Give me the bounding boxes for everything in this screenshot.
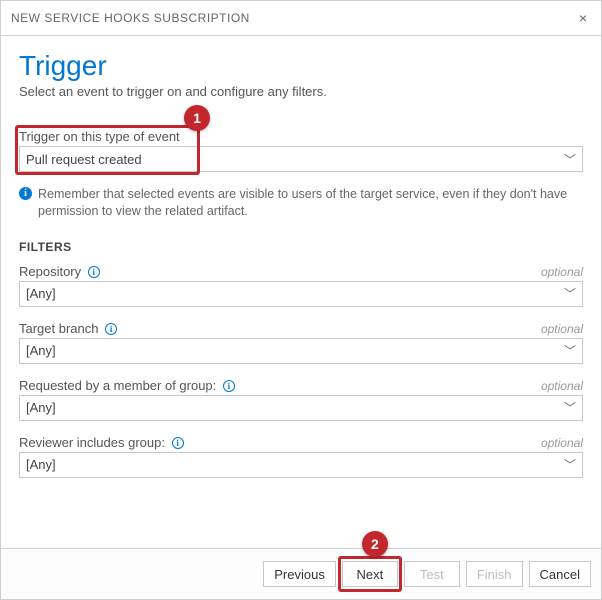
callout-1-badge: 1 bbox=[184, 105, 210, 131]
repository-select[interactable]: [Any] ﹀ bbox=[19, 281, 583, 307]
chevron-down-icon: ﹀ bbox=[564, 151, 576, 168]
next-button[interactable]: Next bbox=[342, 561, 398, 587]
requested-group-label: Requested by a member of group: bbox=[19, 378, 216, 393]
event-section: 1 Trigger on this type of event Pull req… bbox=[19, 129, 583, 172]
optional-label: optional bbox=[541, 436, 583, 450]
info-note-text: Remember that selected events are visibl… bbox=[38, 186, 583, 220]
filter-requested-group: Requested by a member of group: i option… bbox=[19, 378, 583, 421]
info-note: i Remember that selected events are visi… bbox=[19, 186, 583, 220]
reviewer-group-label: Reviewer includes group: bbox=[19, 435, 165, 450]
chevron-down-icon: ﹀ bbox=[564, 342, 576, 359]
event-type-select[interactable]: Pull request created ﹀ bbox=[19, 146, 583, 172]
chevron-down-icon: ﹀ bbox=[564, 285, 576, 302]
filters-heading: FILTERS bbox=[19, 240, 583, 254]
reviewer-group-select[interactable]: [Any] ﹀ bbox=[19, 452, 583, 478]
event-label-row: Trigger on this type of event bbox=[19, 129, 583, 144]
target-branch-label: Target branch bbox=[19, 321, 99, 336]
target-branch-select[interactable]: [Any] ﹀ bbox=[19, 338, 583, 364]
callout-2-badge: 2 bbox=[362, 531, 388, 557]
reviewer-group-value: [Any] bbox=[26, 457, 56, 472]
info-icon[interactable]: i bbox=[88, 266, 100, 278]
repository-value: [Any] bbox=[26, 286, 56, 301]
dialog-footer: Previous 2 Next Test Finish Cancel bbox=[1, 548, 601, 599]
requested-group-value: [Any] bbox=[26, 400, 56, 415]
page-subtitle: Select an event to trigger on and config… bbox=[19, 84, 583, 99]
test-button: Test bbox=[404, 561, 460, 587]
info-icon[interactable]: i bbox=[105, 323, 117, 335]
info-icon[interactable]: i bbox=[223, 380, 235, 392]
chevron-down-icon: ﹀ bbox=[564, 399, 576, 416]
next-button-wrap: 2 Next bbox=[342, 561, 398, 587]
filter-repository: Repository i optional [Any] ﹀ bbox=[19, 264, 583, 307]
chevron-down-icon: ﹀ bbox=[564, 456, 576, 473]
titlebar: NEW SERVICE HOOKS SUBSCRIPTION × bbox=[1, 1, 601, 36]
dialog-title: NEW SERVICE HOOKS SUBSCRIPTION bbox=[11, 11, 250, 25]
requested-group-select[interactable]: [Any] ﹀ bbox=[19, 395, 583, 421]
filter-target-branch: Target branch i optional [Any] ﹀ bbox=[19, 321, 583, 364]
optional-label: optional bbox=[541, 265, 583, 279]
info-icon[interactable]: i bbox=[172, 437, 184, 449]
event-type-value: Pull request created bbox=[26, 152, 142, 167]
cancel-button[interactable]: Cancel bbox=[529, 561, 591, 587]
page-title: Trigger bbox=[19, 50, 583, 82]
previous-button[interactable]: Previous bbox=[263, 561, 336, 587]
repository-label: Repository bbox=[19, 264, 81, 279]
dialog-content: Trigger Select an event to trigger on an… bbox=[1, 36, 601, 548]
finish-button: Finish bbox=[466, 561, 523, 587]
optional-label: optional bbox=[541, 379, 583, 393]
info-icon: i bbox=[19, 187, 32, 200]
event-label: Trigger on this type of event bbox=[19, 129, 180, 144]
filter-reviewer-group: Reviewer includes group: i optional [Any… bbox=[19, 435, 583, 478]
service-hooks-dialog: NEW SERVICE HOOKS SUBSCRIPTION × Trigger… bbox=[0, 0, 602, 600]
target-branch-value: [Any] bbox=[26, 343, 56, 358]
close-icon[interactable]: × bbox=[575, 9, 591, 27]
optional-label: optional bbox=[541, 322, 583, 336]
